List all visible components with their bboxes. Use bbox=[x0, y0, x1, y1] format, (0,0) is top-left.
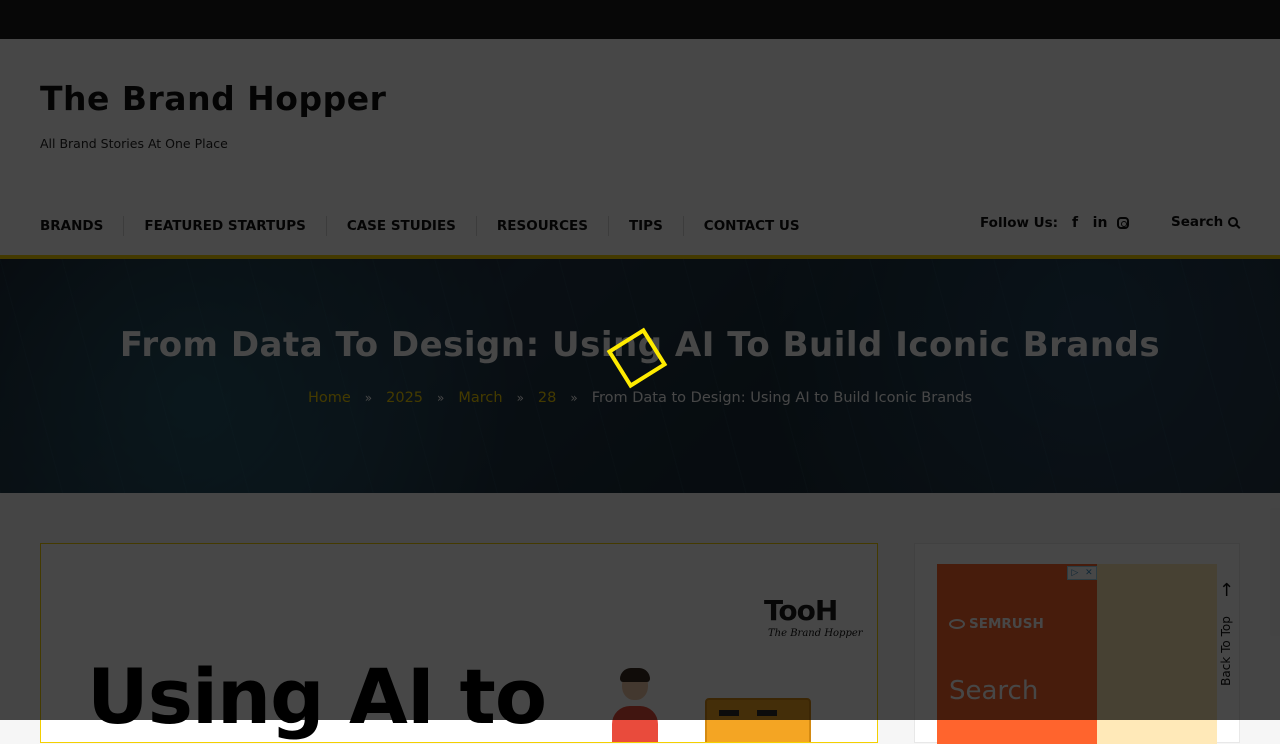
breadcrumb-separator-icon: » bbox=[437, 391, 445, 405]
laptop-illustration bbox=[705, 698, 811, 742]
linkedin-icon[interactable]: in bbox=[1092, 215, 1108, 231]
nav-item-tips[interactable]: TIPS bbox=[607, 216, 683, 236]
ad-brand-name: SEMRUSH bbox=[969, 616, 1044, 632]
breadcrumb-year[interactable]: 2025 bbox=[386, 390, 423, 406]
brand-logo-subtitle: The Brand Hopper bbox=[768, 628, 863, 639]
main-nav: BRANDS FEATURED STARTUPS CASE STUDIES RE… bbox=[40, 216, 820, 236]
breadcrumb-home[interactable]: Home bbox=[308, 390, 351, 406]
back-to-top-label: Back To Top bbox=[1219, 616, 1233, 686]
arrow-up-icon: ↑ bbox=[1219, 580, 1235, 601]
nav-item-brands[interactable]: BRANDS bbox=[40, 216, 123, 236]
breadcrumb-separator-icon: » bbox=[516, 391, 524, 405]
ad-panel bbox=[1097, 564, 1217, 744]
breadcrumb-separator-icon: » bbox=[570, 391, 578, 405]
nav-item-case-studies[interactable]: CASE STUDIES bbox=[325, 216, 476, 236]
site-title[interactable]: The Brand Hopper bbox=[40, 79, 386, 118]
search-button[interactable]: Search bbox=[1171, 214, 1239, 230]
search-label: Search bbox=[1171, 214, 1224, 230]
back-to-top-button[interactable]: ↑ Back To Top bbox=[1215, 582, 1235, 692]
nav-item-contact-us[interactable]: CONTACT US bbox=[682, 216, 820, 236]
breadcrumb-separator-icon: » bbox=[364, 391, 373, 405]
nav-item-featured-startups[interactable]: FEATURED STARTUPS bbox=[123, 216, 325, 236]
follow-label: Follow Us: bbox=[980, 215, 1059, 231]
breadcrumb-month[interactable]: March bbox=[458, 390, 502, 406]
ad-choices-icon[interactable]: ▷ ✕ bbox=[1067, 566, 1097, 580]
sidebar: ▷ ✕ SEMRUSH Search bbox=[914, 543, 1240, 744]
person-illustration bbox=[612, 668, 658, 742]
breadcrumb: Home » 2025 » March » 28 » From Data to … bbox=[0, 390, 1280, 406]
featured-image-headline: Using AI to bbox=[87, 652, 547, 741]
breadcrumb-day[interactable]: 28 bbox=[538, 390, 556, 406]
brand-logo: TooH bbox=[764, 594, 838, 627]
brand-logo-text: TooH bbox=[764, 594, 838, 627]
ad-headline: Search bbox=[949, 676, 1039, 706]
featured-image-card[interactable]: TooH The Brand Hopper Using AI to bbox=[40, 543, 878, 743]
top-bar bbox=[0, 0, 1280, 39]
site-tagline: All Brand Stories At One Place bbox=[40, 136, 228, 151]
facebook-icon[interactable]: f bbox=[1067, 215, 1083, 231]
instagram-icon[interactable] bbox=[1117, 217, 1130, 229]
semrush-logo-icon bbox=[949, 619, 965, 629]
breadcrumb-current: From Data to Design: Using AI to Build I… bbox=[591, 390, 973, 406]
semrush-logo: SEMRUSH bbox=[949, 616, 1044, 632]
search-icon bbox=[1228, 217, 1239, 227]
semrush-ad[interactable]: ▷ ✕ SEMRUSH Search bbox=[937, 564, 1097, 744]
nav-item-resources[interactable]: RESOURCES bbox=[475, 216, 608, 236]
follow-us: Follow Us: f in bbox=[980, 215, 1130, 231]
site-header: The Brand Hopper All Brand Stories At On… bbox=[0, 39, 1280, 256]
